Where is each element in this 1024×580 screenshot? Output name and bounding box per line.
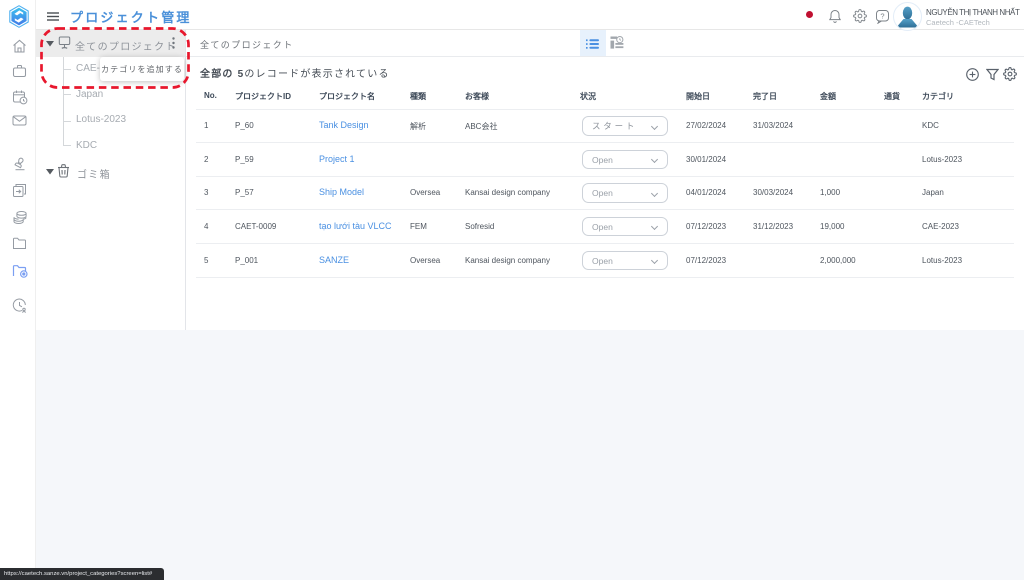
svg-text:?: ? [880, 11, 884, 20]
